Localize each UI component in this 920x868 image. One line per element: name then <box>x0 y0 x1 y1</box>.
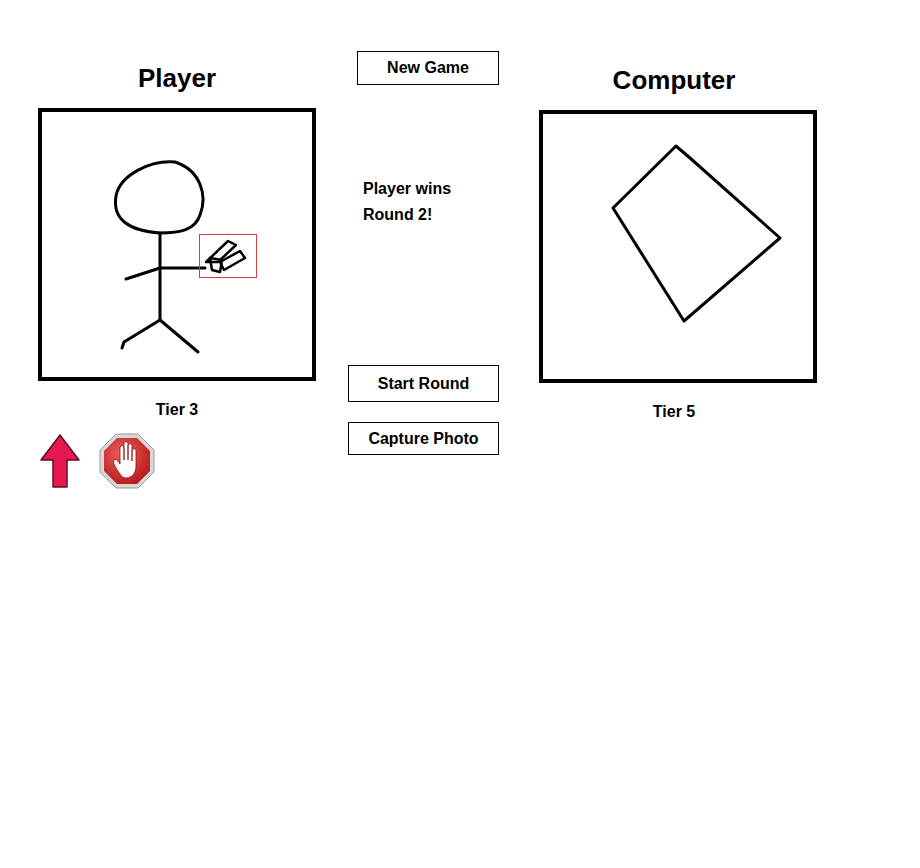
stop-hand-icon[interactable] <box>98 432 156 490</box>
paper-drawing-icon <box>543 114 813 379</box>
start-button[interactable]: Start Round <box>348 365 499 402</box>
panel: Computer Tier 5 <box>539 0 809 422</box>
tier-label: Tier 3 <box>38 400 316 420</box>
tier-label: Tier 5 <box>539 402 809 422</box>
up-arrow-icon[interactable] <box>40 434 80 488</box>
panel-heading: Computer <box>539 63 809 97</box>
drawing-box <box>539 110 817 383</box>
status-text: Player wins Round 2! <box>363 176 481 228</box>
detection-box <box>200 235 257 278</box>
capture-button[interactable]: Capture Photo <box>348 422 499 455</box>
game-page: Player Tier 3 New Game Player wins Round 2!… <box>0 0 920 868</box>
scissors-drawing-icon <box>42 112 312 377</box>
panel-heading: Player <box>38 61 316 95</box>
new-game-button[interactable]: New Game <box>357 51 499 85</box>
drawing-box <box>38 108 316 381</box>
center-controls: New Game Player wins Round 2! Start Round C… <box>348 0 499 455</box>
panel: Player Tier 3 <box>38 0 316 490</box>
control-row <box>40 432 316 490</box>
